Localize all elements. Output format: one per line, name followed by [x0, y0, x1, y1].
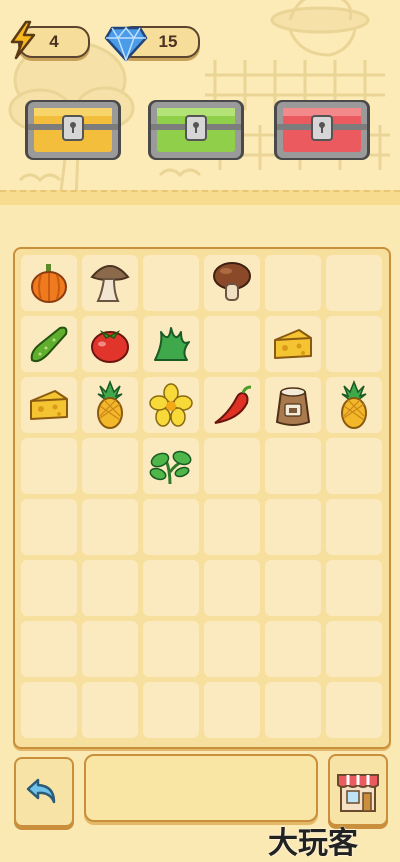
cheese-icon[interactable] — [27, 385, 71, 425]
merge-board — [13, 247, 391, 749]
flour-sack-icon[interactable] — [271, 382, 315, 428]
board-cell[interactable] — [21, 560, 77, 616]
red-chest[interactable] — [271, 96, 373, 164]
board-cell[interactable] — [21, 316, 77, 372]
board-grid — [21, 255, 382, 738]
board-cell[interactable] — [82, 621, 138, 677]
board-cell[interactable] — [204, 560, 260, 616]
board-cell[interactable] — [143, 560, 199, 616]
board-cell[interactable] — [143, 316, 199, 372]
yellow-flower-icon[interactable] — [149, 383, 193, 427]
lightning-icon — [10, 20, 36, 60]
gem-value: 15 — [158, 32, 178, 51]
board-cell[interactable] — [265, 499, 321, 555]
brown-mushroom-icon[interactable] — [210, 260, 254, 306]
shop-icon — [337, 774, 379, 812]
board-cell[interactable] — [143, 621, 199, 677]
board-cell[interactable] — [143, 438, 199, 494]
undo-button[interactable] — [14, 757, 74, 827]
board-cell[interactable] — [326, 621, 382, 677]
board-cell[interactable] — [326, 316, 382, 372]
board-cell[interactable] — [82, 560, 138, 616]
ground-strip — [0, 190, 400, 205]
yellow-chest-icon — [25, 100, 121, 160]
board-cell[interactable] — [143, 682, 199, 738]
seedling-icon[interactable] — [148, 446, 194, 486]
yellow-chest[interactable] — [22, 96, 124, 164]
undo-arrow-icon — [26, 778, 56, 804]
board-cell[interactable] — [21, 377, 77, 433]
board-cell[interactable] — [204, 499, 260, 555]
board-cell[interactable] — [204, 621, 260, 677]
board-cell[interactable] — [82, 682, 138, 738]
board-cell[interactable] — [143, 255, 199, 311]
board-cell[interactable] — [204, 377, 260, 433]
board-cell[interactable] — [265, 682, 321, 738]
pineapple-icon[interactable] — [334, 380, 374, 430]
board-cell[interactable] — [21, 621, 77, 677]
board-cell[interactable] — [326, 255, 382, 311]
board-cell[interactable] — [326, 438, 382, 494]
board-cell[interactable] — [21, 682, 77, 738]
board-cell[interactable] — [265, 255, 321, 311]
cucumber-icon[interactable] — [26, 322, 72, 366]
board-cell[interactable] — [143, 499, 199, 555]
green-chest[interactable] — [145, 96, 247, 164]
board-cell[interactable] — [265, 377, 321, 433]
board-cell[interactable] — [326, 682, 382, 738]
shop-button[interactable] — [328, 754, 388, 826]
watermark: 大玩客 — [268, 826, 358, 861]
board-cell[interactable] — [326, 499, 382, 555]
board-cell[interactable] — [204, 438, 260, 494]
board-cell[interactable] — [265, 316, 321, 372]
board-cell[interactable] — [21, 499, 77, 555]
board-cell[interactable] — [82, 377, 138, 433]
green-chest-icon — [148, 100, 244, 160]
tomato-icon[interactable] — [88, 322, 132, 366]
board-cell[interactable] — [82, 316, 138, 372]
board-cell[interactable] — [265, 621, 321, 677]
pineapple-icon[interactable] — [90, 380, 130, 430]
board-cell[interactable] — [21, 438, 77, 494]
board-cell[interactable] — [82, 438, 138, 494]
red-chest-icon — [274, 100, 370, 160]
item-info-panel — [84, 754, 318, 822]
board-cell[interactable] — [204, 316, 260, 372]
board-cell[interactable] — [265, 438, 321, 494]
grass-sprout-icon[interactable] — [149, 322, 193, 366]
board-cell[interactable] — [326, 560, 382, 616]
brown-mushroom-pale-icon[interactable] — [88, 259, 132, 307]
chili-pepper-icon[interactable] — [209, 383, 255, 427]
board-cell[interactable] — [82, 255, 138, 311]
board-cell[interactable] — [143, 377, 199, 433]
board-cell[interactable] — [204, 255, 260, 311]
board-cell[interactable] — [265, 560, 321, 616]
pumpkin-icon[interactable] — [27, 261, 71, 305]
board-cell[interactable] — [204, 682, 260, 738]
board-cell[interactable] — [82, 499, 138, 555]
cheese-icon[interactable] — [271, 324, 315, 364]
energy-value: 4 — [49, 32, 59, 51]
board-cell[interactable] — [21, 255, 77, 311]
diamond-icon — [104, 26, 148, 62]
board-cell[interactable] — [326, 377, 382, 433]
